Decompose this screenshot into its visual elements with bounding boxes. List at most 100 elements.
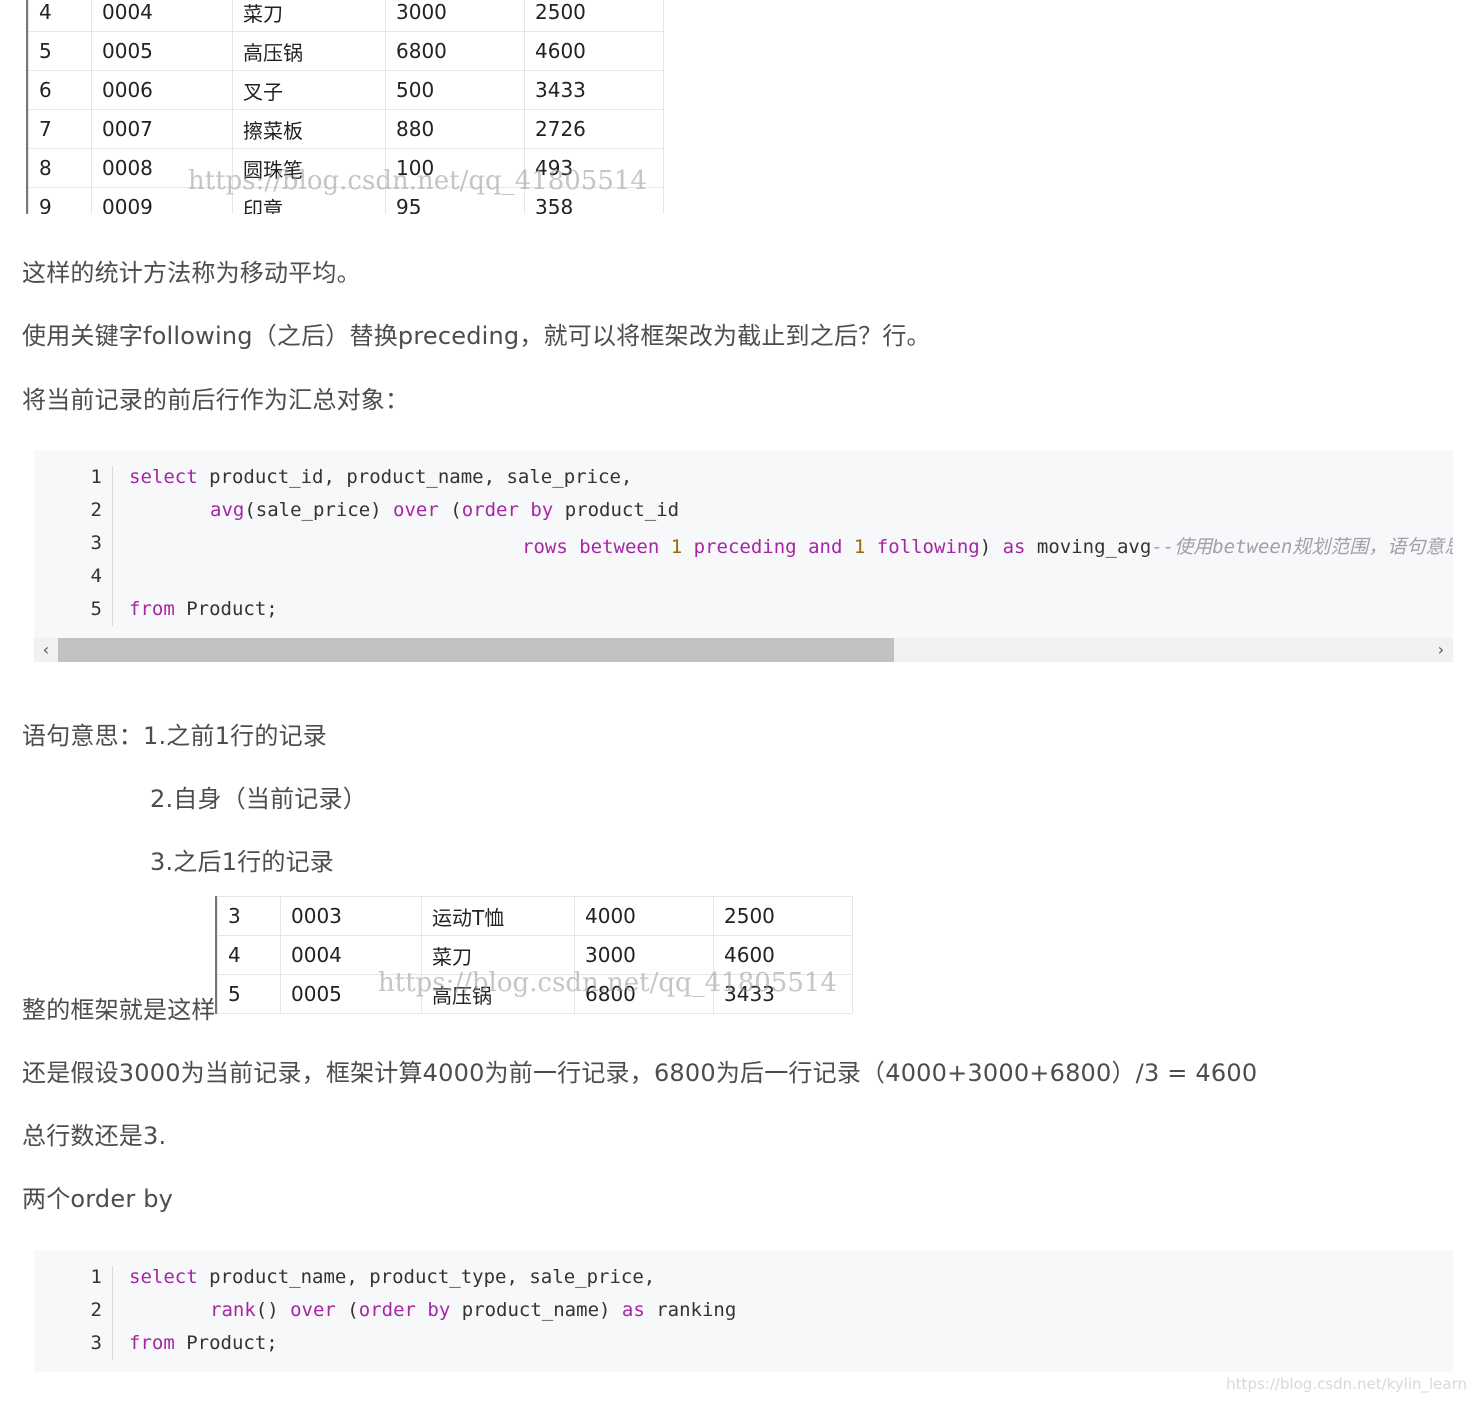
scroll-left-arrow-icon[interactable]: ‹ — [34, 638, 58, 662]
code-text: product_id, product_name, sale_price, — [197, 466, 633, 488]
table-cell: 印章 — [232, 187, 386, 214]
table-cell: 95 — [385, 187, 525, 214]
table-cell: 4 — [28, 0, 92, 32]
table-cell: 0004 — [280, 935, 422, 975]
table-cell: 5 — [217, 974, 281, 1014]
table-row: 4 0004 菜刀 3000 4600 — [217, 935, 853, 975]
mid-table: 3 0003 运动T恤 4000 2500 4 0004 菜刀 3000 4600 5 0005 高压锅… — [217, 896, 853, 1014]
table-cell: 擦菜板 — [232, 109, 386, 149]
keyword: select — [129, 466, 198, 488]
keyword: as — [1002, 536, 1026, 558]
paragraph-frame: 整的框架就是这样 — [22, 996, 216, 1024]
keyword: preceding — [693, 536, 797, 558]
table-cell: 0003 — [280, 896, 422, 936]
paragraph-before-after: 将当前记录的前后行作为汇总对象： — [22, 386, 410, 414]
keyword: order — [358, 1299, 416, 1321]
keyword: by — [530, 499, 554, 521]
horizontal-scrollbar[interactable]: ‹ › — [34, 638, 1453, 662]
table-cell: 500 — [385, 70, 525, 110]
keyword: by — [427, 1299, 451, 1321]
code-text: ( — [438, 499, 462, 521]
code-text: product_name) — [450, 1299, 622, 1321]
table-cell: 0008 — [91, 148, 233, 188]
table-row: 3 0003 运动T恤 4000 2500 — [217, 896, 853, 936]
code-line-2: rank() over (order by product_name) as r… — [210, 1299, 736, 1321]
scroll-right-arrow-icon[interactable]: › — [1429, 638, 1453, 662]
table-cell: 5 — [28, 31, 92, 71]
paragraph-row-count: 总行数还是3. — [22, 1122, 167, 1150]
table-cell: 运动T恤 — [421, 896, 575, 936]
table-cell: 3433 — [713, 974, 853, 1014]
keyword: rows — [522, 536, 568, 558]
table-cell: 叉子 — [232, 70, 386, 110]
table-cell: 9 — [28, 187, 92, 214]
keyword: between — [579, 536, 660, 558]
table-cell: 6 — [28, 70, 92, 110]
line-number: 1 — [90, 466, 102, 488]
table-cell: 4600 — [713, 935, 853, 975]
code-text: Product; — [174, 1332, 278, 1354]
line-number: 2 — [90, 1299, 102, 1321]
table-cell: 4 — [217, 935, 281, 975]
table-row: 5 0005 高压锅 6800 3433 — [217, 974, 853, 1014]
code-block-1: 1 2 3 4 5 select product_id, product_nam… — [34, 450, 1453, 638]
paragraph-meaning-3: 3.之后1行的记录 — [150, 848, 334, 876]
mid-table-image: 3 0003 运动T恤 4000 2500 4 0004 菜刀 3000 4600 5 0005 高压锅… — [215, 896, 869, 1014]
table-cell: 6800 — [574, 974, 714, 1014]
table-cell: 3000 — [385, 0, 525, 32]
table-cell: 菜刀 — [232, 0, 386, 32]
table-cell: 2726 — [524, 109, 664, 149]
paragraph-following: 使用关键字following（之后）替换preceding，就可以将框架改为截止… — [22, 322, 931, 350]
code-comment: --使用between规划范围，语句意思 — [1151, 536, 1453, 558]
table-left-border — [26, 0, 28, 214]
table-cell: 4600 — [524, 31, 664, 71]
line-number: 2 — [90, 499, 102, 521]
paragraph-two-order-by: 两个order by — [22, 1185, 174, 1213]
function-name: avg — [210, 499, 245, 521]
number: 1 — [853, 536, 866, 558]
code-line-3: rows between 1 preceding and 1 following… — [522, 532, 1453, 559]
code-line-5: from Product; — [129, 598, 278, 620]
code-text: moving_avg — [1025, 536, 1152, 558]
top-table-image: 4 0004 菜刀 3000 2500 5 0005 高压锅 6800 4600 6 0006 叉子 50… — [26, 0, 682, 214]
table-row: 8 0008 圆珠笔 100 493 — [28, 148, 664, 188]
table-cell: 高压锅 — [232, 31, 386, 71]
code-text: product_id — [553, 499, 680, 521]
code-line-1: select product_name, product_type, sale_… — [129, 1266, 655, 1288]
code-block-2: 1 2 3 select product_name, product_type,… — [34, 1250, 1453, 1372]
scrollbar-thumb[interactable] — [58, 638, 894, 662]
keyword: select — [129, 1266, 198, 1288]
code-text: Product; — [174, 598, 278, 620]
table-cell: 100 — [385, 148, 525, 188]
paragraph-explanation: 还是假设3000为当前记录，框架计算4000为前一行记录，6800为后一行记录（… — [22, 1059, 1258, 1087]
code-text: product_name, product_type, sale_price, — [197, 1266, 656, 1288]
table-cell: 0006 — [91, 70, 233, 110]
table-cell: 圆珠笔 — [232, 148, 386, 188]
table-cell: 3433 — [524, 70, 664, 110]
keyword: following — [876, 536, 980, 558]
code-line-1: select product_id, product_name, sale_pr… — [129, 466, 632, 488]
code-text: ) — [979, 536, 1003, 558]
paragraph-moving-average: 这样的统计方法称为移动平均。 — [22, 259, 361, 287]
table-cell: 0004 — [91, 0, 233, 32]
number: 1 — [670, 536, 683, 558]
corner-watermark: https://blog.csdn.net/kylin_learn — [1226, 1375, 1467, 1393]
table-cell: 880 — [385, 109, 525, 149]
table-cell: 0005 — [91, 31, 233, 71]
table-left-border — [215, 896, 217, 1014]
line-number: 5 — [90, 598, 102, 620]
table-cell: 0005 — [280, 974, 422, 1014]
code-text: ranking — [644, 1299, 737, 1321]
paragraph-meaning-2: 2.自身（当前记录） — [150, 785, 367, 813]
table-cell: 2500 — [524, 0, 664, 32]
table-row: 5 0005 高压锅 6800 4600 — [28, 31, 664, 71]
table-cell: 8 — [28, 148, 92, 188]
keyword: as — [621, 1299, 645, 1321]
keyword: from — [129, 1332, 175, 1354]
keyword: from — [129, 598, 175, 620]
table-cell: 2500 — [713, 896, 853, 936]
table-cell: 3000 — [574, 935, 714, 975]
keyword: and — [808, 536, 843, 558]
keyword: over — [290, 1299, 336, 1321]
